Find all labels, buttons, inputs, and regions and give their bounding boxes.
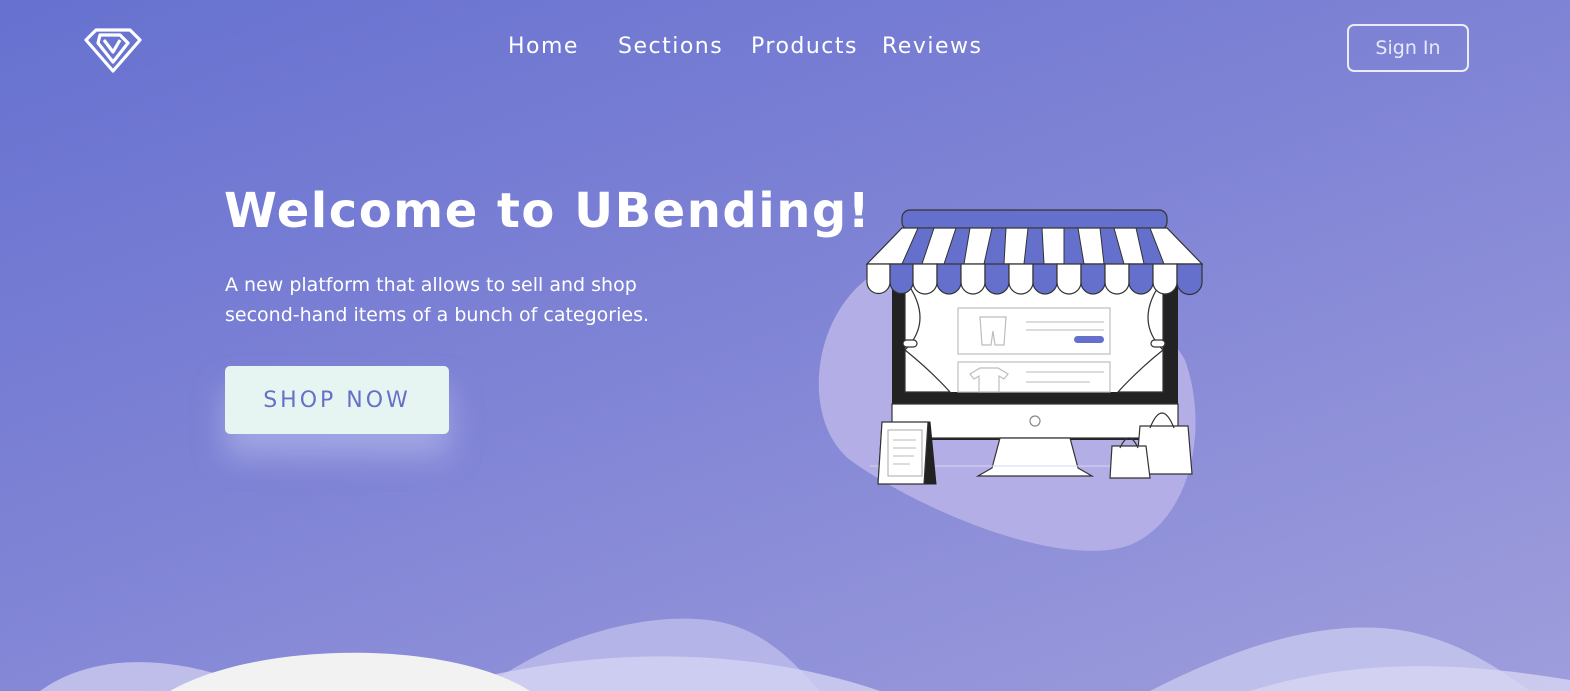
nav-products[interactable]: Products bbox=[751, 34, 858, 59]
hero-title: Welcome to UBending! bbox=[224, 183, 872, 239]
main-nav: Home Sections Products Reviews bbox=[0, 34, 1570, 66]
hero-subtitle-line1: A new platform that allows to sell and s… bbox=[225, 274, 637, 296]
hero-subtitle: A new platform that allows to sell and s… bbox=[225, 270, 745, 330]
nav-home[interactable]: Home bbox=[508, 34, 579, 59]
hero-section: Home Sections Products Reviews Sign In W… bbox=[0, 0, 1570, 691]
nav-sections[interactable]: Sections bbox=[618, 34, 723, 59]
sign-in-button[interactable]: Sign In bbox=[1347, 24, 1469, 72]
shop-now-button[interactable]: SHOP NOW bbox=[225, 366, 449, 434]
storefront-icon bbox=[810, 200, 1210, 560]
wave-decoration bbox=[40, 618, 1570, 691]
nav-reviews[interactable]: Reviews bbox=[882, 34, 982, 59]
hero-subtitle-line2: second-hand items of a bunch of categori… bbox=[225, 304, 650, 326]
